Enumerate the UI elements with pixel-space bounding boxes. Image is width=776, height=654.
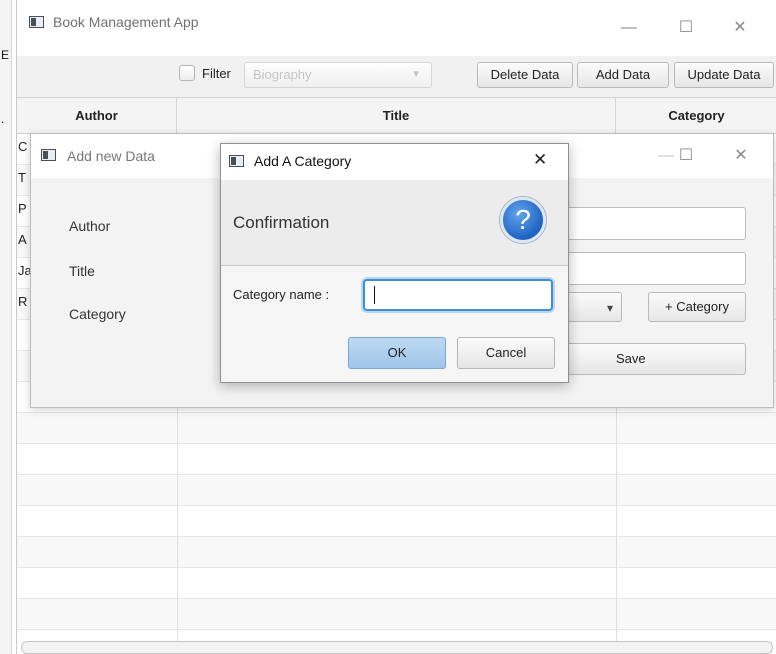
- update-data-button[interactable]: Update Data: [674, 62, 774, 88]
- column-header-title[interactable]: Title: [177, 98, 616, 134]
- table-row[interactable]: [17, 599, 776, 630]
- app-icon: [29, 16, 44, 28]
- dialog-title: Add A Category: [254, 153, 352, 169]
- close-icon[interactable]: ✕: [533, 150, 547, 170]
- filter-label: Filter: [202, 66, 231, 81]
- add-category-button[interactable]: + Category: [648, 292, 746, 322]
- author-input[interactable]: [551, 207, 746, 240]
- main-title-bar[interactable]: Book Management App — ☐ ✕: [17, 0, 776, 56]
- delete-data-button[interactable]: Delete Data: [477, 62, 573, 88]
- question-icon: ?: [500, 197, 546, 243]
- dialog-header-text: Confirmation: [233, 213, 330, 232]
- title-input[interactable]: [551, 252, 746, 285]
- table-row[interactable]: [17, 413, 776, 444]
- maximize-icon[interactable]: ☐: [671, 143, 701, 169]
- table-row[interactable]: [17, 537, 776, 568]
- dialog-title-bar[interactable]: Add A Category ✕: [221, 144, 568, 180]
- add-window-title: Add new Data: [67, 148, 155, 164]
- category-name-input[interactable]: [363, 279, 553, 311]
- category-name-label: Category name :: [233, 287, 330, 302]
- author-label: Author: [69, 218, 111, 234]
- author-cell: T: [18, 170, 26, 185]
- background-edge-char: .: [1, 112, 5, 126]
- add-category-dialog: Add A Category ✕ Confirmation ? Category…: [220, 143, 569, 383]
- table-row[interactable]: [17, 444, 776, 475]
- category-label: Category: [69, 306, 126, 322]
- author-cell: C: [18, 139, 28, 154]
- text-caret: [374, 286, 375, 304]
- chevron-down-icon: ▼: [411, 69, 421, 80]
- filter-combo-value: Biography: [253, 67, 312, 82]
- minimize-icon[interactable]: —: [614, 15, 644, 41]
- add-data-button[interactable]: Add Data: [577, 62, 669, 88]
- dialog-header: Confirmation ?: [221, 180, 568, 266]
- table-row[interactable]: [17, 568, 776, 599]
- column-header-author[interactable]: Author: [17, 98, 177, 134]
- filter-category-combo: Biography ▼: [244, 62, 432, 88]
- author-cell: R: [18, 294, 28, 309]
- filter-checkbox[interactable]: [179, 65, 195, 81]
- title-label: Title: [69, 263, 95, 279]
- ok-button[interactable]: OK: [348, 337, 446, 369]
- column-header-category[interactable]: Category: [616, 98, 776, 134]
- table-row[interactable]: [17, 506, 776, 537]
- author-cell: A: [18, 232, 27, 247]
- app-icon: [41, 149, 56, 161]
- maximize-icon[interactable]: ☐: [671, 15, 701, 41]
- table-row[interactable]: [17, 475, 776, 506]
- main-window-title: Book Management App: [53, 14, 199, 30]
- close-icon[interactable]: ✕: [725, 15, 755, 41]
- close-icon[interactable]: ✕: [726, 143, 756, 169]
- table-header: Author Title Category: [17, 98, 776, 134]
- app-icon: [229, 155, 244, 167]
- background-window-edge: E .: [0, 0, 12, 654]
- background-edge-char: E: [1, 48, 10, 62]
- toolbar: Filter Biography ▼ Delete Data Add Data …: [17, 56, 776, 98]
- chevron-down-icon: ▾: [606, 301, 613, 315]
- horizontal-scrollbar[interactable]: [21, 641, 773, 654]
- save-button[interactable]: Save: [551, 343, 746, 375]
- author-cell: P: [18, 201, 27, 216]
- cancel-button[interactable]: Cancel: [457, 337, 555, 369]
